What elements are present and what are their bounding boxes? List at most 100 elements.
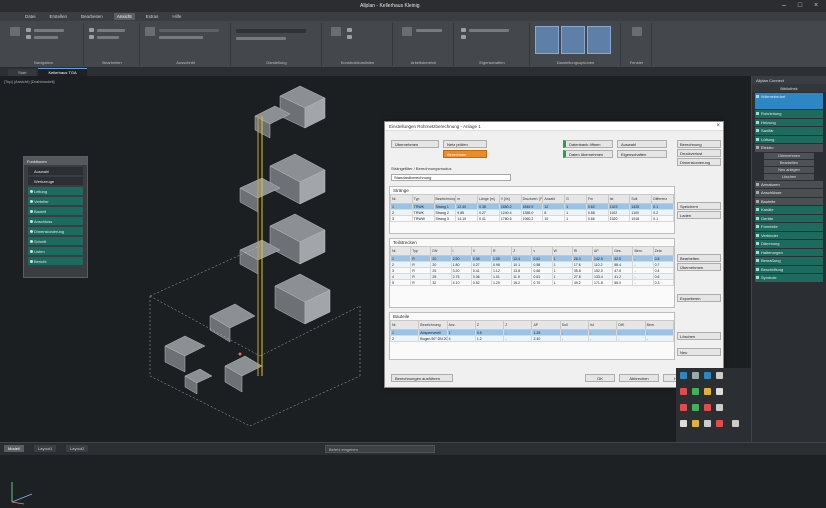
library-item[interactable]: Geräte bbox=[755, 214, 823, 222]
selection-button[interactable]: Auswahl bbox=[617, 140, 667, 148]
table-row[interactable]: 3 TRWW Strang 3 14.10 0.41 1780.6 1960.2 10 1 0.6… bbox=[390, 215, 674, 222]
side-button[interactable]: Speichern bbox=[677, 202, 721, 210]
column-header[interactable]: Druckverl. [Pa] bbox=[520, 194, 544, 204]
column-header[interactable]: Anz. bbox=[446, 320, 476, 330]
column-header[interactable]: Bem. bbox=[644, 320, 675, 330]
tool-icon[interactable] bbox=[704, 388, 711, 395]
side-button[interactable]: Neu bbox=[677, 348, 721, 356]
library-item[interactable]: Sanitär bbox=[755, 127, 823, 135]
table-row[interactable]: 5 R 32 4.10 0.52 1.20 15.2 0.70 1 49.2 171.8 55.0-0… bbox=[389, 279, 675, 286]
menu-item[interactable]: Hilfe bbox=[169, 13, 184, 20]
library-item[interactable]: Rohrleitung bbox=[755, 110, 823, 118]
display-option-button[interactable] bbox=[535, 26, 559, 54]
tool-icon[interactable] bbox=[716, 420, 723, 427]
side-button[interactable]: Druckverlust bbox=[677, 149, 721, 157]
maximize-button[interactable]: □ bbox=[796, 2, 804, 10]
column-header[interactable]: Bem. bbox=[632, 246, 654, 256]
tool-icon[interactable] bbox=[716, 388, 723, 395]
column-header[interactable]: Nr. bbox=[390, 194, 413, 204]
column-header[interactable]: Fm bbox=[585, 194, 609, 204]
column-header[interactable]: Ist bbox=[607, 194, 631, 204]
tool-icon[interactable] bbox=[680, 420, 687, 427]
function-item[interactable]: Auswahl bbox=[28, 167, 83, 175]
function-item-dimensionierung[interactable]: Dimensionierung bbox=[28, 227, 83, 235]
library-button[interactable]: Bearbeiten bbox=[764, 159, 814, 166]
function-item-verteiler[interactable]: Verteiler bbox=[28, 197, 83, 205]
library-item[interactable]: Beschriftung bbox=[755, 265, 823, 273]
tab-model[interactable]: Modell bbox=[4, 445, 24, 452]
tab-layout2[interactable]: Layout2 bbox=[66, 445, 89, 452]
side-button[interactable]: Dimensionierung bbox=[677, 158, 721, 166]
library-item[interactable]: Halterungen bbox=[755, 248, 823, 256]
tool-icon[interactable] bbox=[716, 372, 723, 379]
workspace-icon[interactable] bbox=[402, 27, 412, 36]
side-button[interactable]: Exportieren bbox=[677, 294, 721, 302]
function-item-leitung[interactable]: Leitung bbox=[28, 187, 83, 195]
command-input[interactable]: Befehl eingeben bbox=[325, 445, 435, 453]
open-database-button[interactable]: Datenbank öffnen bbox=[563, 140, 613, 148]
close-icon[interactable]: × bbox=[716, 123, 720, 129]
calculate-button[interactable]: Berechnen bbox=[443, 150, 487, 158]
close-button[interactable]: × bbox=[812, 2, 820, 10]
column-header[interactable]: Z bbox=[503, 320, 533, 330]
tab-start[interactable]: Start bbox=[8, 69, 37, 76]
column-header[interactable]: Nr. bbox=[389, 246, 412, 256]
library-item[interactable]: Bauteile bbox=[755, 197, 823, 205]
column-header[interactable]: m bbox=[455, 194, 479, 204]
function-item[interactable]: Werkzeuge bbox=[28, 177, 83, 185]
copy-icon[interactable] bbox=[89, 28, 94, 32]
column-header[interactable]: V [l/s] bbox=[498, 194, 522, 204]
column-header[interactable]: R bbox=[491, 246, 513, 256]
library-item[interactable]: Symbole bbox=[755, 274, 823, 282]
side-button[interactable]: Löschen bbox=[677, 332, 721, 340]
menu-item[interactable]: Bearbeiten bbox=[78, 13, 106, 20]
column-header[interactable]: Soll bbox=[629, 194, 653, 204]
column-header[interactable]: Rl bbox=[571, 246, 594, 256]
column-header[interactable]: G bbox=[564, 194, 587, 204]
apply-button[interactable]: Übernehmen bbox=[391, 140, 439, 148]
tool-icon[interactable] bbox=[704, 404, 711, 411]
tab-kellerhaus[interactable]: Kellerhaus TGA bbox=[38, 68, 87, 76]
move-icon[interactable] bbox=[89, 35, 94, 39]
column-header[interactable]: v bbox=[531, 246, 553, 256]
column-header[interactable]: Differenz bbox=[651, 194, 674, 204]
column-header[interactable]: Bezeichnung bbox=[418, 320, 448, 330]
library-item[interactable]: Kanäle bbox=[755, 206, 823, 214]
column-header[interactable]: Typ bbox=[410, 246, 432, 256]
menu-item[interactable]: Extras bbox=[143, 13, 162, 20]
column-header[interactable]: Länge [m] bbox=[477, 194, 500, 204]
side-button[interactable]: Bearbeiten bbox=[677, 254, 721, 262]
zoom-icon[interactable] bbox=[26, 35, 31, 39]
column-header[interactable]: Z bbox=[511, 246, 533, 256]
function-item-anschluss[interactable]: Anschluss bbox=[28, 217, 83, 225]
check-network-button[interactable]: Netz prüfen bbox=[443, 140, 487, 148]
ok-button[interactable]: OK bbox=[585, 374, 615, 382]
side-button[interactable]: Berechnung bbox=[677, 140, 721, 148]
tool-icon[interactable] bbox=[680, 404, 687, 411]
column-header[interactable]: DN bbox=[430, 246, 452, 256]
function-item-bauteil[interactable]: Bauteil bbox=[28, 207, 83, 215]
display-option-button[interactable] bbox=[561, 26, 585, 54]
column-header[interactable]: W bbox=[551, 246, 573, 256]
tool-icon[interactable] bbox=[692, 372, 699, 379]
view-icon[interactable] bbox=[145, 27, 155, 36]
construction-line-icon[interactable] bbox=[331, 27, 341, 36]
column-header[interactable]: Diff. bbox=[616, 320, 646, 330]
column-header[interactable]: Anzahl bbox=[542, 194, 566, 204]
function-item-listen[interactable]: Listen bbox=[28, 247, 83, 255]
column-header[interactable]: l bbox=[450, 246, 472, 256]
pan-icon[interactable] bbox=[26, 28, 31, 32]
library-item[interactable]: Formteile bbox=[755, 223, 823, 231]
window-icon[interactable] bbox=[632, 27, 642, 36]
tool-icon[interactable] bbox=[680, 372, 687, 379]
side-button[interactable]: Laden bbox=[677, 211, 721, 219]
column-header[interactable]: Zeta bbox=[652, 246, 675, 256]
library-item[interactable]: Anschlüsse bbox=[755, 189, 823, 197]
tab-layout1[interactable]: Layout1 bbox=[34, 445, 57, 452]
tool-icon[interactable] bbox=[692, 420, 699, 427]
tool-icon[interactable] bbox=[704, 420, 711, 427]
library-item[interactable]: Armaturen bbox=[755, 180, 823, 188]
library-button[interactable]: Neu anlegen bbox=[764, 166, 814, 173]
minimize-button[interactable]: – bbox=[780, 2, 788, 10]
column-header[interactable]: Typ bbox=[411, 194, 435, 204]
